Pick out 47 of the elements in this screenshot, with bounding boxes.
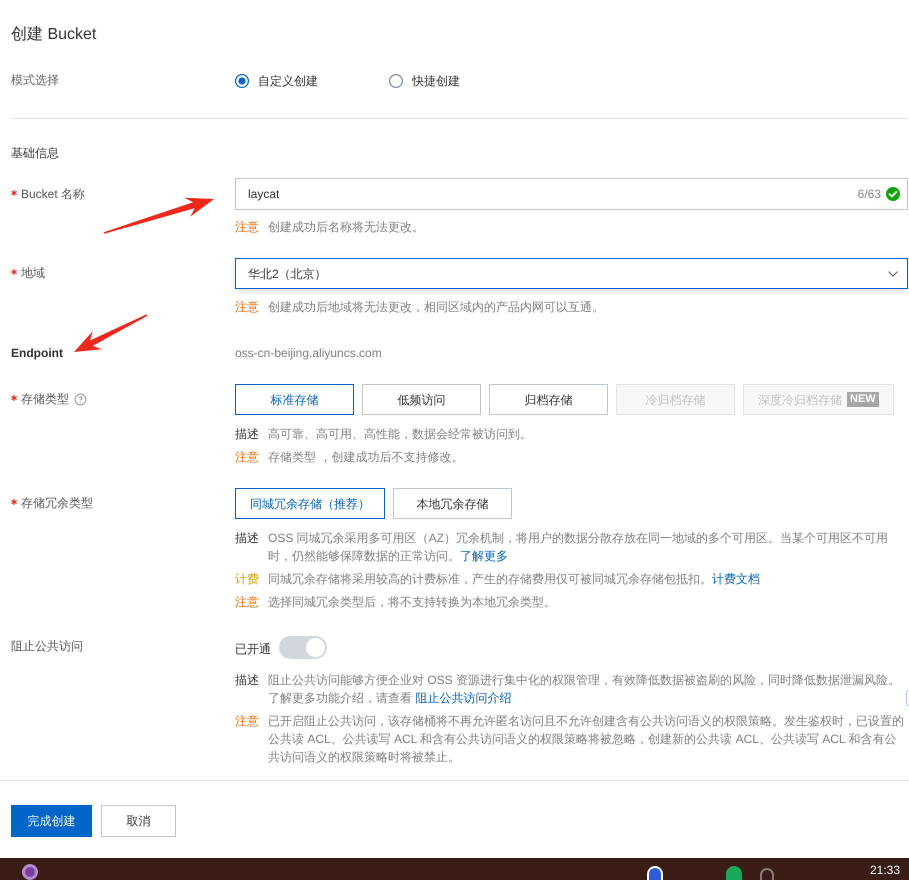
char-counter: 6/63 [858,186,881,203]
note-label: 描述 [235,426,259,443]
switch-status: 已开通 [235,640,271,658]
link[interactable]: 了解更多 [460,549,508,563]
field-label: 存储冗余类型 [21,495,93,512]
note-text: 阻止公共访问能够方便企业对 OSS 资源进行集中化的权限管理，有效降低数据被盗刷的风险，同时降低数据泄漏风险。了解更多功能介绍，请查看 阻止公共访问介绍 [268,672,902,707]
region-select[interactable]: 华北2（北京） [235,258,908,289]
link[interactable]: 计费文档 [712,572,760,586]
submit-button[interactable]: 完成创建 [11,805,92,837]
field-label: 阻止公共访问 [11,638,83,655]
option-button[interactable]: 标准存储 [235,384,354,415]
radio-option[interactable]: 快捷创建 [389,71,460,91]
endpoint-value: oss-cn-beijing.aliyuncs.com [235,345,382,362]
note-label: 注意 [235,713,259,730]
taskbar-app-icon[interactable] [22,864,38,880]
option-button[interactable]: 同城冗余存储（推荐） [235,488,385,519]
field-label: 地域 [21,265,45,282]
note-label: 计费 [235,571,259,588]
note-text: 存储类型 ，创建成功后不支持修改。 [268,449,464,466]
note-text: 选择同城冗余类型后，将不支持转换为本地冗余类型。 [268,594,556,611]
field-label: 存储类型 [21,391,69,408]
field-label: Endpoint [11,345,63,362]
note-label: 注意 [235,594,259,611]
note-label: 注意 [235,219,259,236]
note-label: 注意 [235,449,259,466]
note-label: 描述 [235,672,259,689]
note-label: 描述 [235,530,259,547]
new-badge: NEW [847,392,879,407]
help-icon[interactable] [74,392,87,406]
field-label: Bucket 名称 [21,186,86,203]
cancel-button[interactable]: 取消 [101,805,176,837]
radio-option[interactable]: 自定义创建 [235,71,318,91]
field-label: 模式选择 [11,73,59,87]
option-button[interactable]: 本地冗余存储 [393,488,512,519]
section-heading: 基础信息 [11,145,59,162]
note-label: 注意 [235,299,259,316]
clock-time: 21:33 [870,863,900,877]
text-input[interactable]: laycat 6/63 [235,178,908,210]
note-text: 创建成功后地域将无法更改，相同区域内的产品内网可以互通。 [268,299,604,316]
note-text: 已开启阻止公共访问，该存储桶将不再允许匿名访问且不允许创建含有公共访问语义的权限策略。发生鉴权时，已设置的公共读 ACL、公共读写 ACL 和含有公共访问语义的权限策略将被忽略，创建新的公共读 ACL、公共读写 ACL 和含有公共访问语义的权限策略时将被禁止。 [268,713,905,766]
note-text: 高可靠、高可用、高性能，数据会经常被访问到。 [268,426,532,443]
note-text: 同城冗余存储将采用较高的计费标准，产生的存储费用仅可被同城冗余存储包抵扣。计费文档 [268,571,760,588]
page-title: 创建 Bucket [11,24,96,45]
option-button[interactable]: 低频访问 [362,384,481,415]
option-button[interactable]: 归档存储 [489,384,608,415]
note-text: OSS 同城冗余采用多可用区（AZ）冗余机制，将用户的数据分散存放在同一地域的多个可用区。当某个可用区不可用时，仍然能够保障数据的正常访问。了解更多 [268,530,890,565]
note-text: 创建成功后名称将无法更改。 [268,219,424,236]
